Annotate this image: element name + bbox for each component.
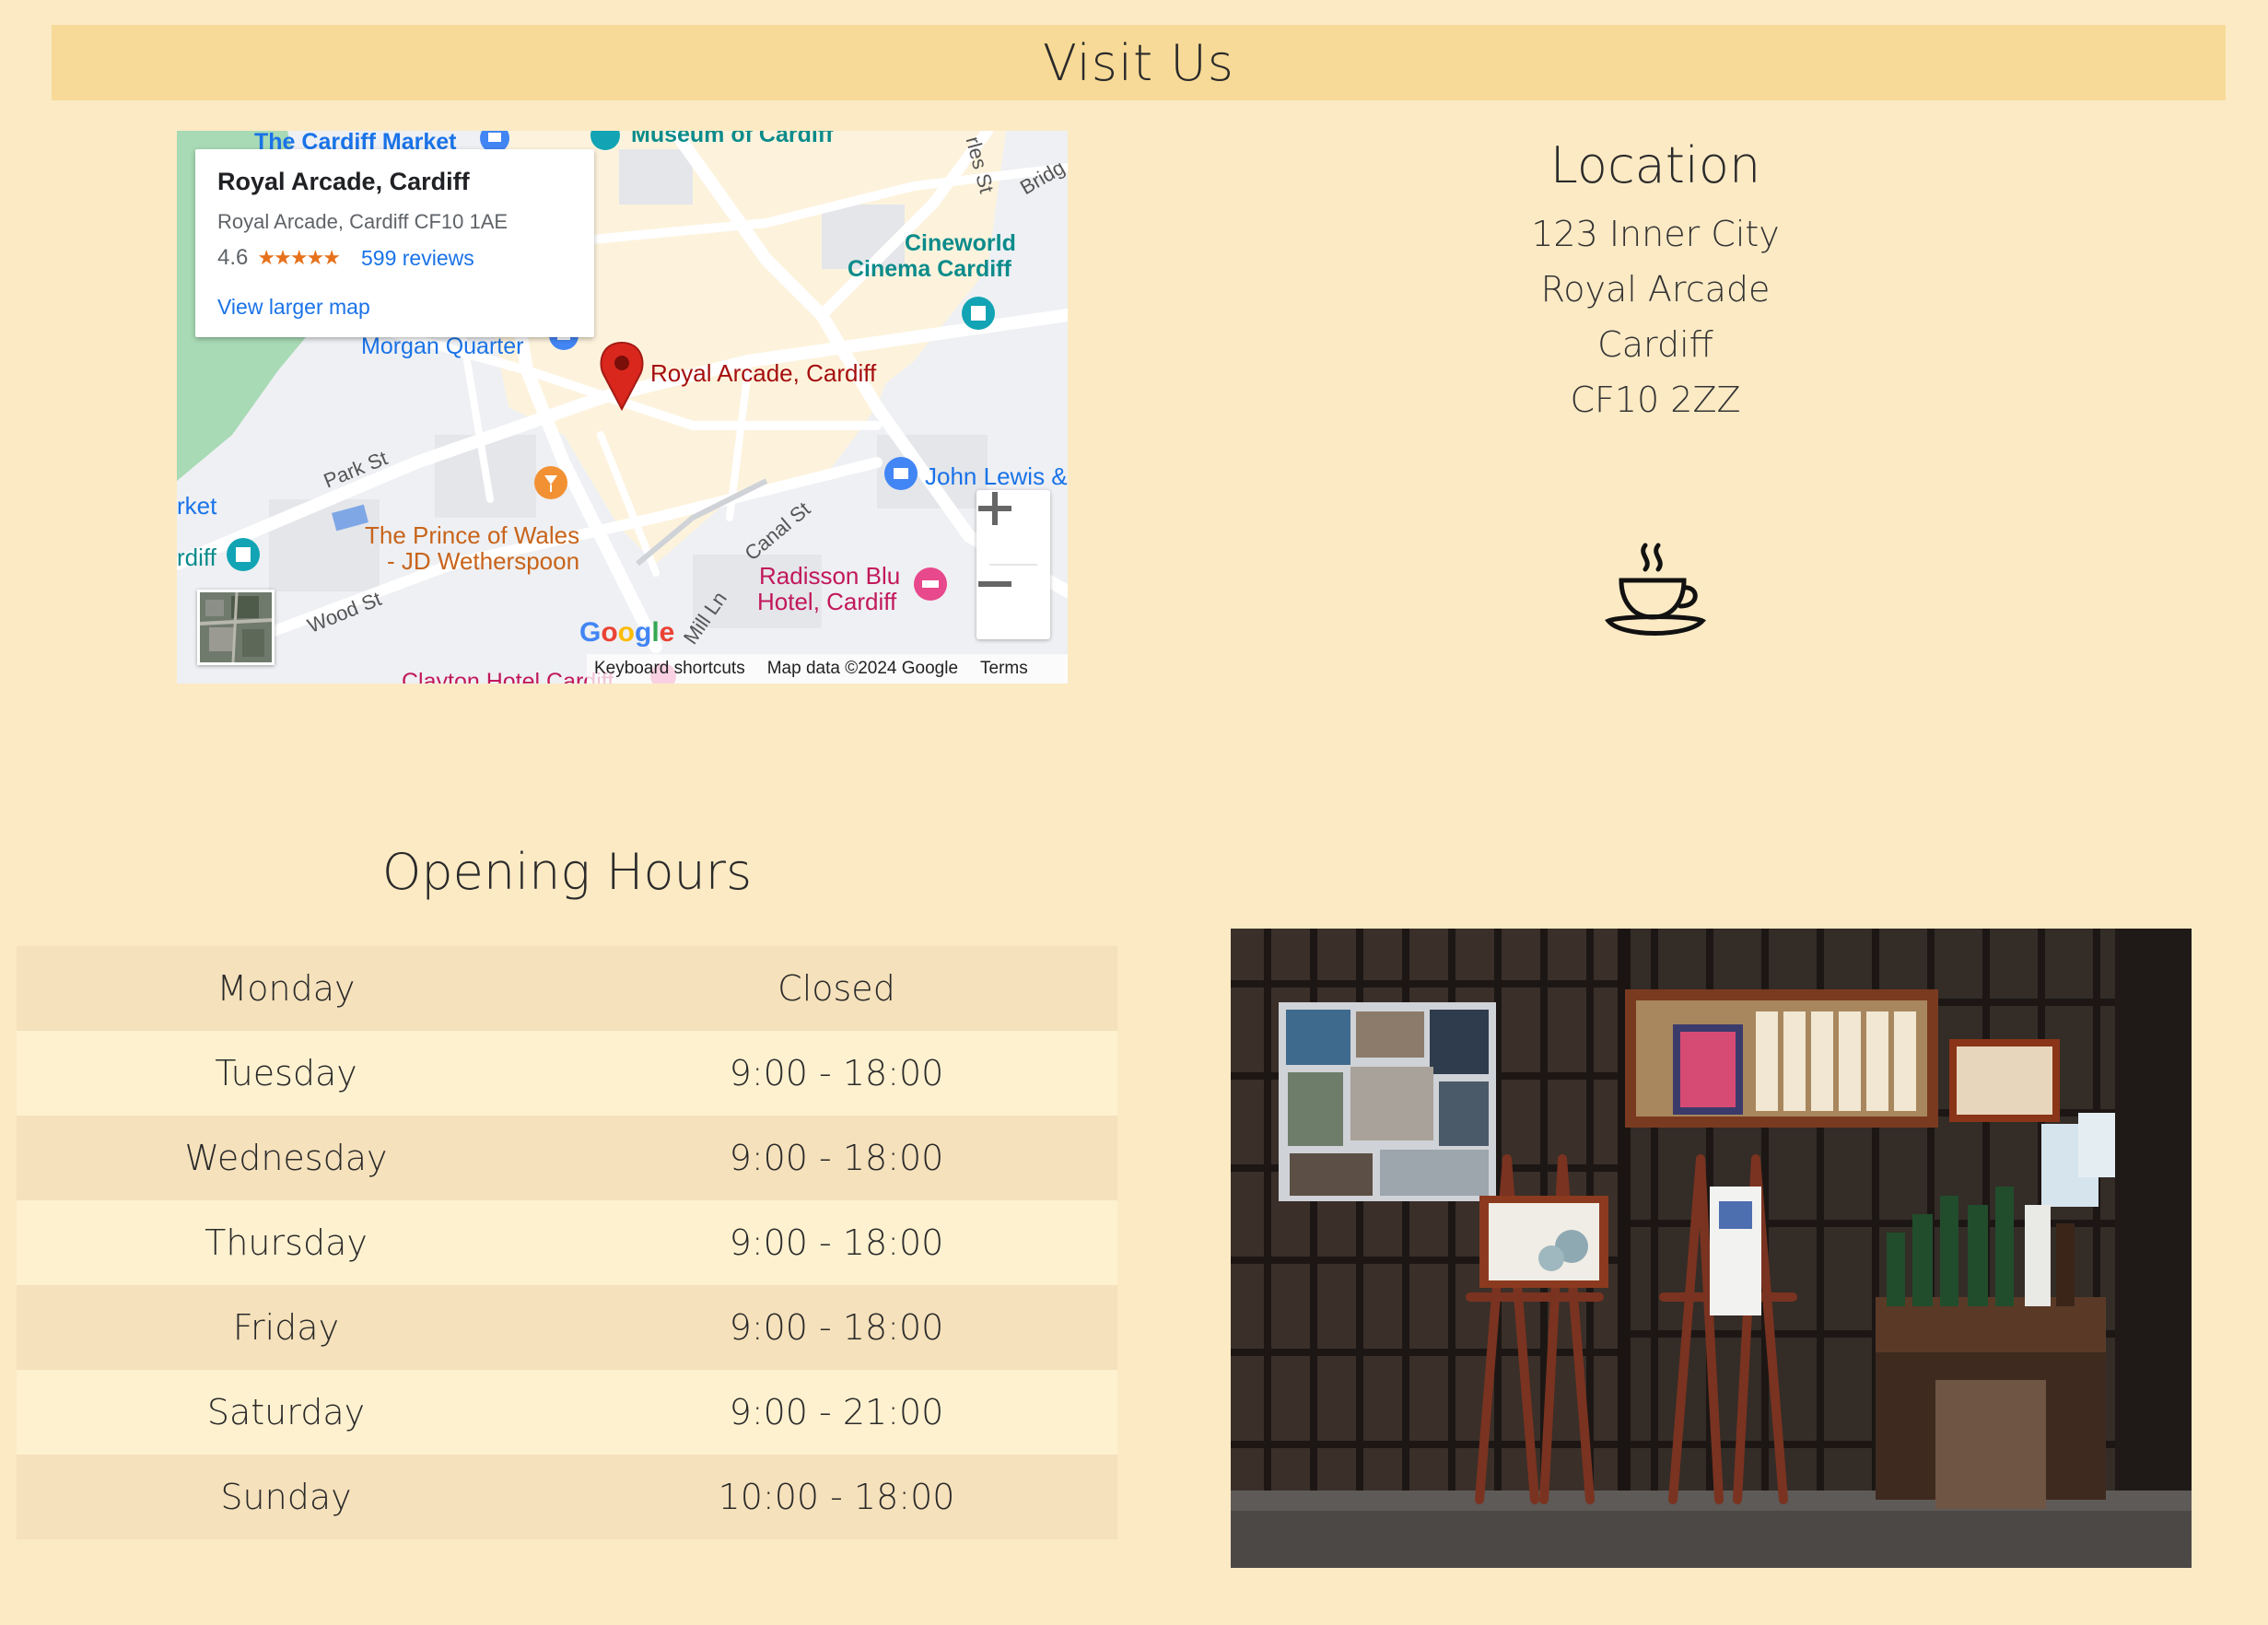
map-zoom-controls <box>976 490 1050 639</box>
day-cell: Sunday <box>220 1477 352 1517</box>
minus-icon <box>978 581 1011 587</box>
place-address: Royal Arcade, Cardiff CF10 1AE <box>217 210 509 233</box>
visit-us-banner: Visit Us <box>52 25 2226 100</box>
google-logo: Google <box>579 617 675 648</box>
map-label-prince-1: The Prince of Wales <box>365 521 580 549</box>
coffee-cup-icon <box>1605 543 1707 636</box>
plus-icon <box>978 492 1011 525</box>
day-cell: Tuesday <box>215 1053 357 1093</box>
map-label-royal-arcade: Royal Arcade, Cardiff <box>650 359 877 387</box>
table-row: Tuesday 9:00 - 18:00 <box>17 1031 1117 1116</box>
keyboard-shortcuts-link[interactable]: Keyboard shortcuts <box>594 659 745 679</box>
place-name: Royal Arcade, Cardiff <box>217 168 470 195</box>
address-line-3: Cardiff <box>1597 324 1713 365</box>
map-label-market: rket <box>177 492 217 520</box>
map-label-radisson-2: Hotel, Cardiff <box>757 588 897 615</box>
zoom-out-button[interactable] <box>976 566 1050 639</box>
day-cell: Wednesday <box>184 1138 388 1178</box>
map-footer: Keyboard shortcuts Map data ©2024 Google… <box>587 654 1068 684</box>
location-title: Location <box>1549 136 1761 194</box>
time-cell: 9:00 - 18:00 <box>729 1138 944 1178</box>
map-label-diff: rdiff <box>177 544 216 571</box>
terms-link[interactable]: Terms <box>980 659 1028 679</box>
day-cell: Friday <box>232 1307 340 1348</box>
satellite-toggle-button[interactable] <box>197 590 275 665</box>
opening-hours-table: Monday Closed Tuesday 9:00 - 18:00 Wedne… <box>17 946 1117 1539</box>
time-cell: Closed <box>777 968 895 1009</box>
time-cell: 9:00 - 21:00 <box>729 1392 944 1432</box>
table-row: Saturday 9:00 - 21:00 <box>17 1370 1117 1455</box>
map-label-prince-2: - JD Wetherspoon <box>387 547 580 575</box>
storefront-photo <box>1231 929 2192 1568</box>
satellite-thumbnail-icon <box>200 592 272 662</box>
map-label-cineworld-2: Cinema Cardiff <box>848 256 1011 282</box>
opening-hours-title: Opening Hours <box>381 843 753 901</box>
day-cell: Thursday <box>205 1222 368 1263</box>
table-row: Monday Closed <box>17 946 1117 1031</box>
zoom-in-button[interactable] <box>976 490 1050 564</box>
storefront-image <box>1231 929 2192 1568</box>
view-larger-map-link[interactable]: View larger map <box>217 295 370 320</box>
time-cell: 9:00 - 18:00 <box>729 1053 944 1093</box>
map-label-john-lewis: John Lewis & <box>925 462 1068 490</box>
map-label-museum: Museum of Cardiff <box>631 131 834 147</box>
map-data-attribution: Map data ©2024 Google <box>766 659 959 678</box>
star-rating-icon: ★★★★★ <box>257 246 341 269</box>
table-row: Wednesday 9:00 - 18:00 <box>17 1116 1117 1200</box>
place-info-card: Royal Arcade, Cardiff Royal Arcade, Card… <box>195 149 594 337</box>
place-rating-row: 4.6 ★★★★★ 599 reviews <box>217 245 474 271</box>
map-label-clayton: Clayton Hotel Cardiff <box>402 669 614 684</box>
rating-value: 4.6 <box>217 245 249 270</box>
address-line-1: 123 Inner City <box>1531 214 1780 254</box>
time-cell: 10:00 - 18:00 <box>718 1477 955 1517</box>
reviews-link[interactable]: 599 reviews <box>361 246 474 271</box>
table-row: Friday 9:00 - 18:00 <box>17 1285 1117 1370</box>
address-line-2: Royal Arcade <box>1540 269 1771 310</box>
map-label-radisson-1: Radisson Blu <box>759 562 901 590</box>
day-cell: Saturday <box>206 1392 366 1432</box>
table-row: Sunday 10:00 - 18:00 <box>17 1455 1117 1539</box>
map-label-morgan-quarter: Morgan Quarter <box>361 333 524 359</box>
day-cell: Monday <box>216 968 356 1009</box>
table-row: Thursday 9:00 - 18:00 <box>17 1200 1117 1285</box>
embedded-map[interactable]: The Cardiff Market Museum of Cardiff Cin… <box>177 131 1068 684</box>
time-cell: 9:00 - 18:00 <box>729 1307 944 1348</box>
map-label-cineworld-1: Cineworld <box>905 230 1016 256</box>
page-title: Visit Us <box>1043 33 1234 92</box>
time-cell: 9:00 - 18:00 <box>729 1222 944 1263</box>
address-line-4: CF10 2ZZ <box>1570 380 1741 420</box>
